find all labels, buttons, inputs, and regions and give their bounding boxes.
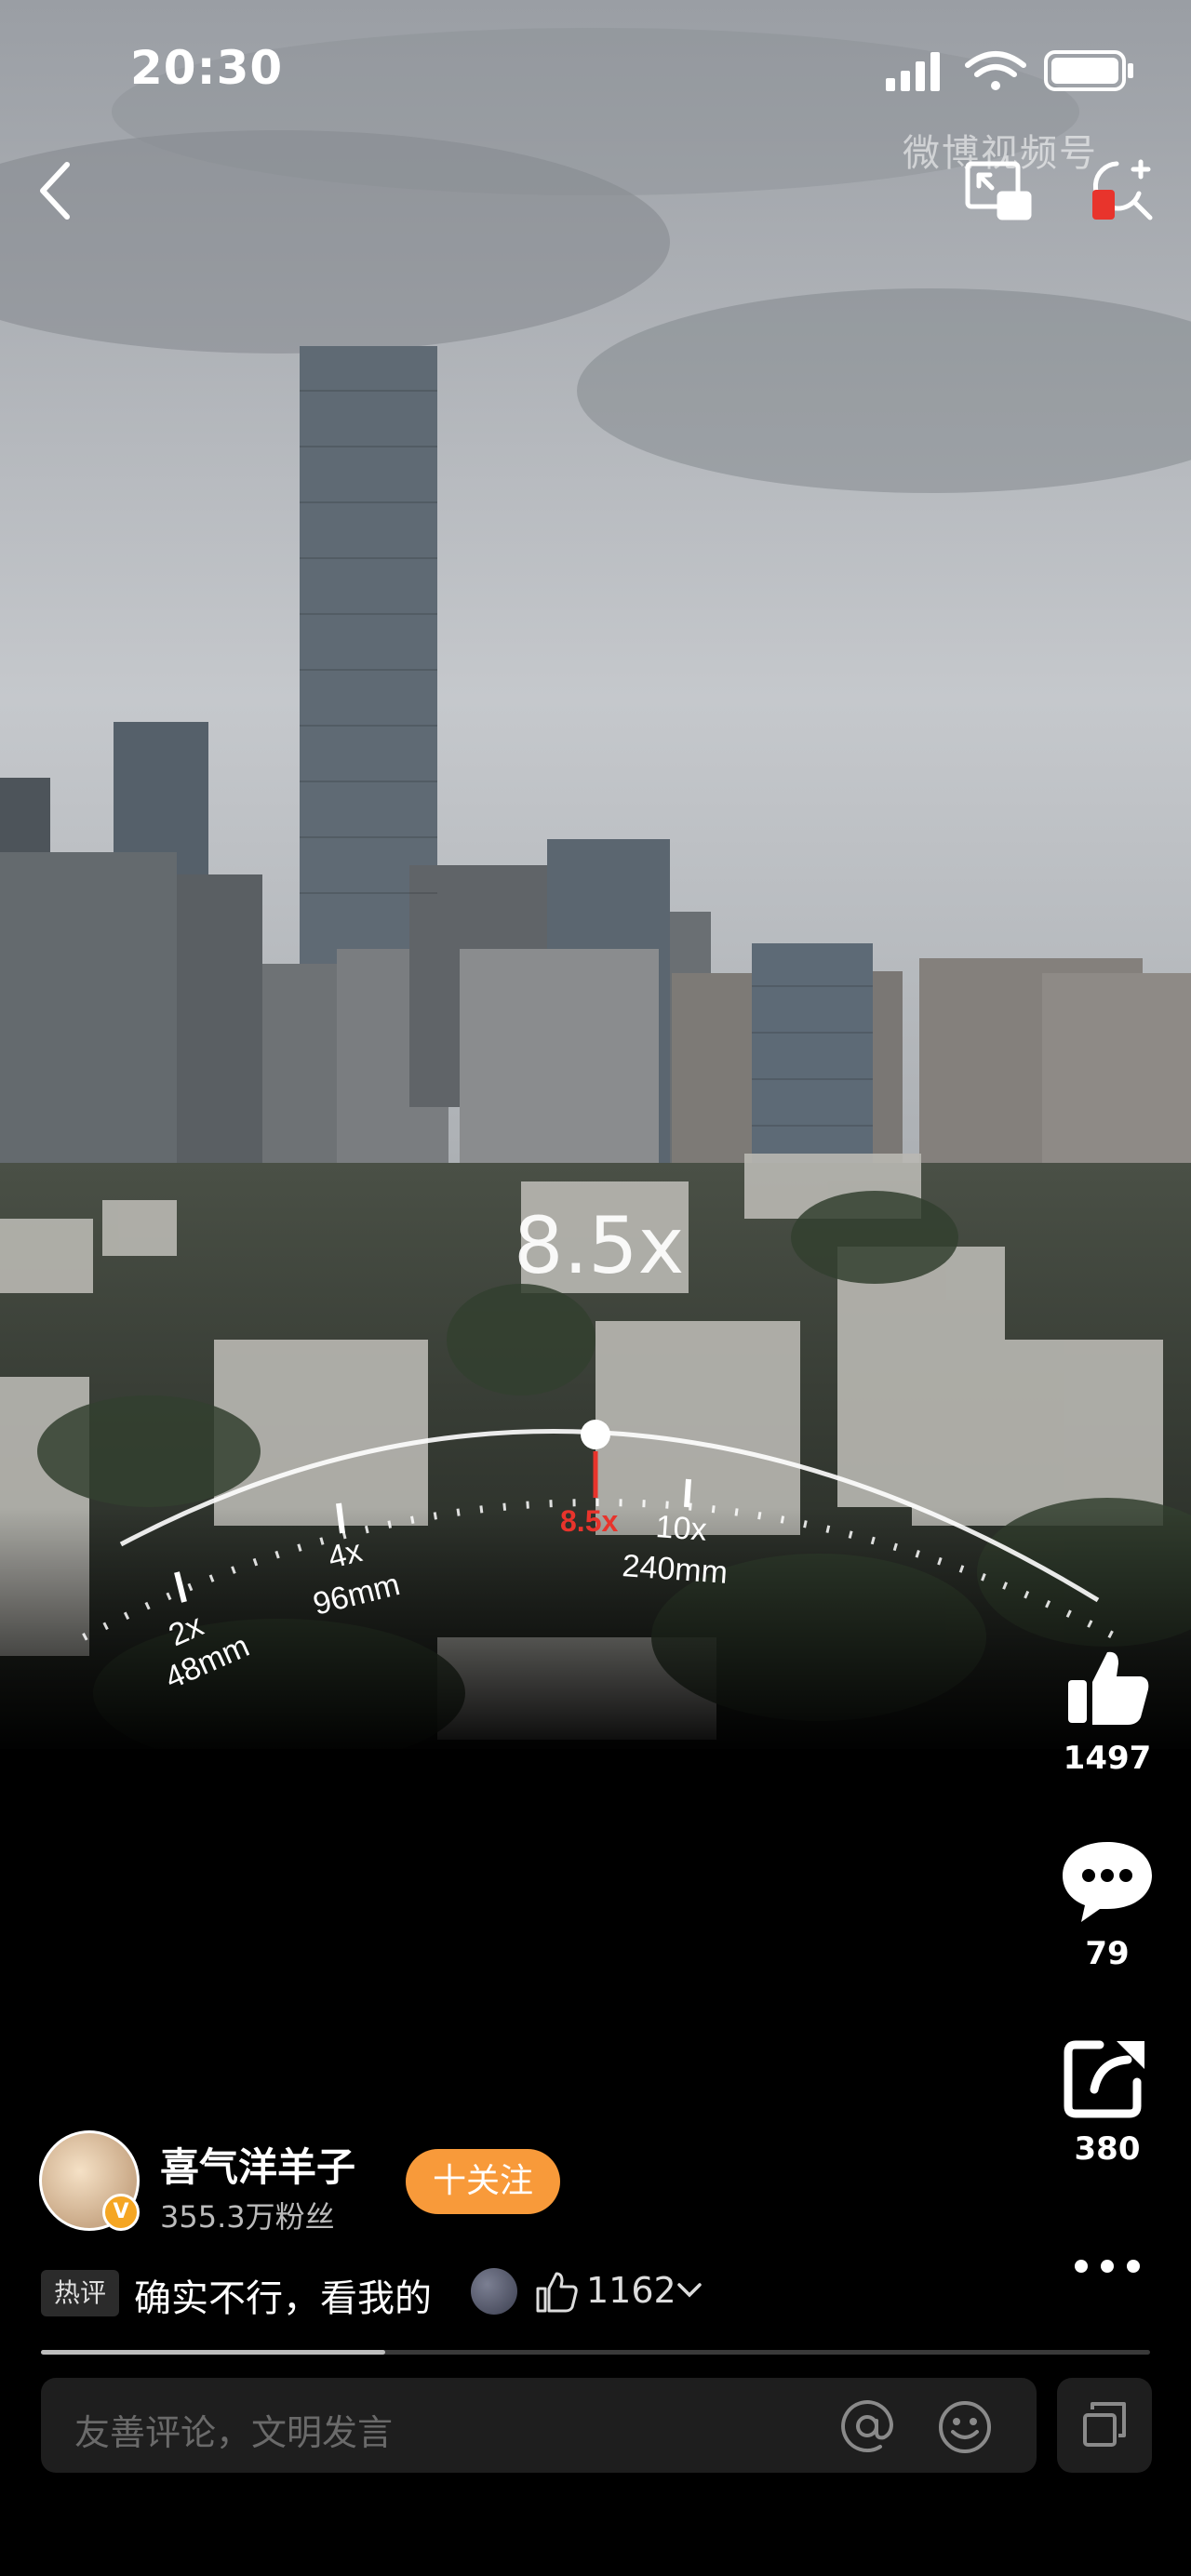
progress-bar[interactable] (41, 2350, 1150, 2355)
comment-bubble-icon (1063, 1842, 1152, 1922)
expand-button[interactable] (1057, 2378, 1152, 2473)
chevron-down-icon[interactable] (676, 2276, 703, 2303)
more-button[interactable] (1070, 2246, 1144, 2287)
share-count: 380 (1074, 2130, 1141, 2168)
status-time: 20:30 (130, 41, 284, 95)
hot-comment-like-icon[interactable] (534, 2270, 579, 2315)
ai-search-button[interactable] (1089, 156, 1158, 225)
comment-input-placeholder: 友善评论，文明发言 (74, 2412, 394, 2453)
author-name[interactable]: 喜气洋羊子 (160, 2136, 355, 2193)
video-frame: 8.5x 2x 48mm 4x 96mm 10x 240mm (0, 0, 1191, 1749)
zoom-level-label: 8.5x (514, 1200, 685, 1291)
comment-input[interactable]: 友善评论，文明发言 (41, 2378, 1037, 2473)
zoom-current-tick: 8.5x (560, 1504, 618, 1538)
moon-emoji-icon (471, 2268, 517, 2315)
share-icon (1064, 2040, 1144, 2118)
hot-comment-tag: 热评 (41, 2270, 119, 2316)
video-player[interactable]: 8.5x 2x 48mm 4x 96mm 10x 240mm (0, 0, 1191, 1749)
emoji-icon[interactable] (936, 2398, 994, 2456)
battery-icon (1044, 50, 1133, 91)
cellular-signal-icon (886, 52, 940, 91)
hot-comment-text[interactable]: 确实不行，看我的 (134, 2268, 432, 2322)
zoom-focal-240mm: 240mm (621, 1548, 729, 1591)
share-button[interactable]: 380 (1051, 2034, 1163, 2168)
follow-button[interactable]: 十关注 (406, 2149, 560, 2214)
picture-in-picture-icon (965, 161, 1032, 220)
zoom-tick-10x: 10x (654, 1509, 707, 1548)
chevron-left-icon (40, 162, 70, 220)
like-button[interactable]: 1497 (1051, 1645, 1163, 1777)
verified-badge-icon: V (102, 2194, 140, 2231)
expand-icon (1083, 2402, 1126, 2447)
zoom-dial-indicator[interactable] (581, 1420, 610, 1449)
back-button[interactable] (26, 153, 86, 228)
at-mention-icon[interactable] (839, 2398, 895, 2454)
comment-button[interactable]: 79 (1051, 1836, 1163, 1972)
progress-fill (41, 2350, 385, 2355)
pip-button[interactable] (964, 158, 1033, 223)
status-icons (886, 50, 1133, 91)
like-count: 1497 (1063, 1740, 1152, 1777)
author-fans: 355.3万粉丝 (160, 2199, 335, 2235)
red-envelope-icon (1092, 190, 1115, 220)
hot-comment-like-count: 1162 (586, 2270, 676, 2311)
wifi-icon (965, 51, 1026, 90)
more-dots-icon (1075, 2260, 1140, 2273)
thumbs-up-icon (1068, 1651, 1149, 1725)
comment-count: 79 (1085, 1935, 1130, 1972)
